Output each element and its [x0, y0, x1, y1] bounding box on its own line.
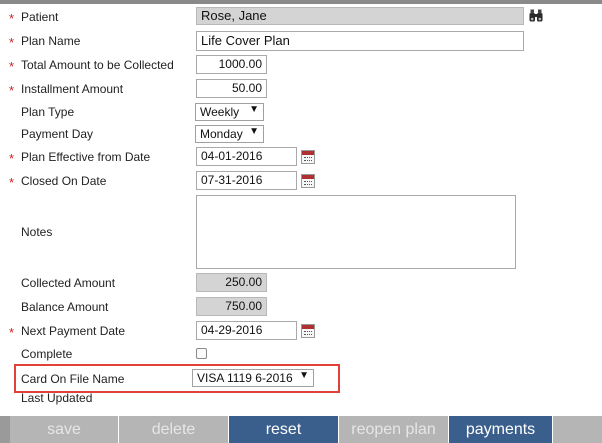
effective-date-input[interactable]: 04-01-2016 — [196, 147, 297, 166]
card-on-file-select[interactable]: VISA 1119 6-2016 ▼ — [192, 369, 314, 387]
collected-amount-label: Collected Amount — [21, 276, 116, 290]
total-amount-input[interactable]: 1000.00 — [196, 55, 267, 74]
card-on-file-label: Card On File Name — [21, 372, 125, 386]
installment-amount-label: * Installment Amount — [9, 82, 124, 98]
required-marker: * — [9, 175, 15, 190]
next-payment-date-input[interactable]: 04-29-2016 — [196, 321, 297, 340]
patient-label: * Patient — [9, 10, 59, 26]
last-updated-label: Last Updated — [21, 391, 93, 405]
next-payment-date-label: * Next Payment Date — [9, 324, 126, 340]
balance-amount-label: Balance Amount — [21, 300, 109, 314]
required-marker: * — [9, 83, 15, 98]
closed-date-input[interactable]: 07-31-2016 — [196, 171, 297, 190]
collected-amount-field: 250.00 — [196, 273, 267, 292]
complete-label: Complete — [21, 347, 73, 361]
required-marker: * — [9, 35, 15, 50]
binoculars-search-icon[interactable] — [529, 9, 543, 22]
plan-name-label: * Plan Name — [9, 34, 81, 50]
payment-day-select[interactable]: Monday ▼ — [195, 125, 264, 143]
effective-date-label: * Plan Effective from Date — [9, 150, 151, 166]
required-marker: * — [9, 59, 15, 74]
calendar-icon[interactable] — [301, 150, 315, 164]
dropdown-arrow-icon: ▼ — [249, 104, 259, 115]
save-button[interactable]: save — [10, 416, 119, 443]
notes-label: Notes — [21, 225, 53, 239]
closed-date-label: * Closed On Date — [9, 174, 107, 190]
required-marker: * — [9, 11, 15, 26]
plan-type-select[interactable]: Weekly ▼ — [195, 103, 264, 121]
calendar-icon[interactable] — [301, 174, 315, 188]
dropdown-arrow-icon: ▼ — [299, 370, 309, 381]
complete-checkbox[interactable] — [196, 348, 207, 359]
reopen-plan-button[interactable]: reopen plan — [339, 416, 449, 443]
payment-day-label: Payment Day — [21, 127, 94, 141]
required-marker: * — [9, 325, 15, 340]
reset-button[interactable]: reset — [229, 416, 339, 443]
top-bar — [0, 0, 602, 4]
balance-amount-field: 750.00 — [196, 297, 267, 316]
dropdown-arrow-icon: ▼ — [249, 126, 259, 137]
required-marker: * — [9, 151, 15, 166]
patient-field[interactable]: Rose, Jane — [196, 7, 524, 25]
plan-type-label: Plan Type — [21, 105, 75, 119]
calendar-icon[interactable] — [301, 324, 315, 338]
delete-button[interactable]: delete — [119, 416, 229, 443]
payments-button[interactable]: payments — [449, 416, 553, 443]
notes-textarea[interactable] — [196, 195, 516, 269]
button-bar-filler — [553, 416, 602, 443]
total-amount-label: * Total Amount to be Collected — [9, 58, 174, 74]
installment-amount-input[interactable]: 50.00 — [196, 79, 267, 98]
plan-name-input[interactable]: Life Cover Plan — [196, 31, 524, 51]
